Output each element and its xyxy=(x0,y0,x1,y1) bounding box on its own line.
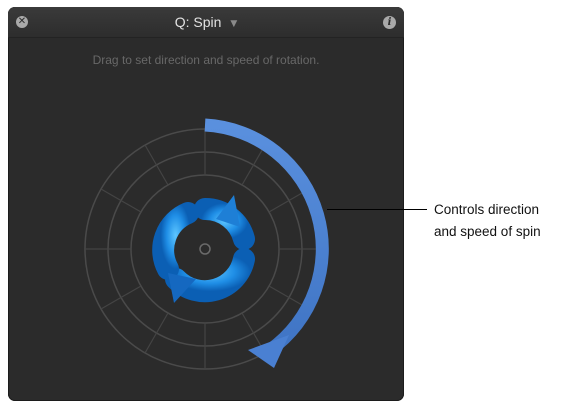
spin-control-dial[interactable] xyxy=(8,7,404,401)
direction-arc-arrow-icon[interactable] xyxy=(204,118,329,368)
screenshot-stage: Q: Spin ▼ ✕ i Drag to set direction and s… xyxy=(0,0,580,409)
spin-arrows-icon xyxy=(152,195,255,303)
callout-line-2: and speed of spin xyxy=(434,224,541,239)
callout-leader-line xyxy=(327,209,427,210)
callout-label: Controls direction and speed of spin xyxy=(434,199,541,243)
spin-hud-panel: Q: Spin ▼ ✕ i Drag to set direction and s… xyxy=(8,7,404,401)
callout-line-1: Controls direction xyxy=(434,202,540,217)
center-point xyxy=(199,243,211,255)
